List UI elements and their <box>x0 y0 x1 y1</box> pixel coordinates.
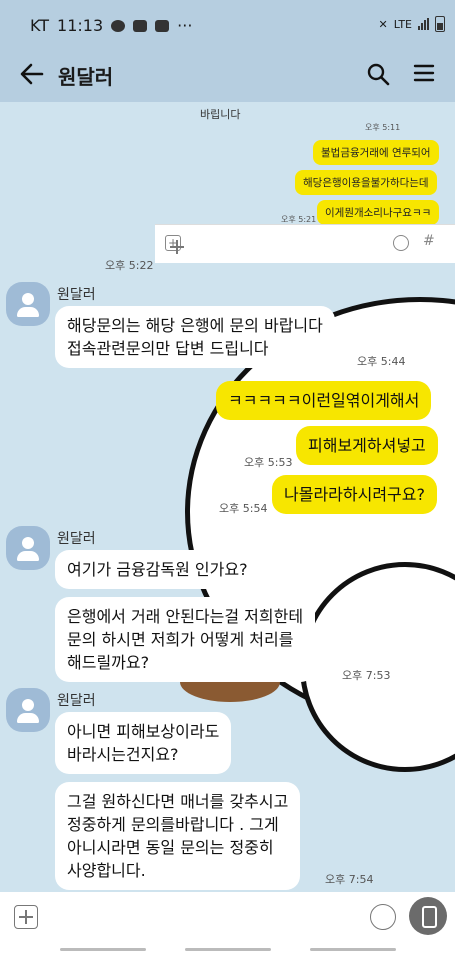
chat-area[interactable]: 바립니다 오후 5:11 불법금융거래에 연루되어 해당은행이용을불가하다는데 … <box>0 102 455 892</box>
message-time: 오후 5:53 <box>244 456 293 469</box>
embedded-time: 오후 5:11 <box>365 123 401 132</box>
clock: 11:13 <box>57 16 104 35</box>
battery-icon <box>435 16 445 32</box>
send-button[interactable] <box>409 897 447 935</box>
my-message-bubble[interactable]: 나몰라라하시려구요? <box>272 475 437 514</box>
message-notification-icon <box>155 19 170 32</box>
talk-notification-icon <box>111 19 126 32</box>
message-bubble[interactable]: 아니면 피해보상이라도 바라시는건지요? <box>55 712 232 774</box>
nav-recent-button[interactable] <box>60 948 146 951</box>
menu-icon[interactable] <box>413 62 435 84</box>
status-bar: KT 11:13 ··· ✕ LTE <box>0 0 455 46</box>
message-input-bar <box>0 892 455 942</box>
my-message-bubble[interactable]: ㅋㅋㅋㅋㅋ이런일엮이게해서 <box>216 381 432 420</box>
emoji-icon[interactable] <box>370 904 396 930</box>
embedded-hash-icon: # <box>423 233 435 249</box>
system-navigation-bar <box>0 942 455 960</box>
more-notifications: ··· <box>177 16 193 35</box>
plus-icon[interactable] <box>14 905 38 929</box>
message-time: 오후 7:53 <box>342 669 391 682</box>
signal-icon <box>418 18 429 30</box>
mute-icon: ✕ <box>378 17 388 31</box>
message-bubble[interactable]: 여기가 금융감독원 인가요? <box>55 550 260 589</box>
message-bubble[interactable]: 그걸 원하신다면 매너를 갖추시고 정중하게 문의를바랍니다 . 그게 아니시라… <box>55 782 301 890</box>
embedded-emoji-icon <box>393 235 409 251</box>
sender-name: 원달러 <box>57 531 96 547</box>
embedded-plus-icon: + <box>165 235 184 254</box>
avatar[interactable] <box>6 688 50 732</box>
avatar[interactable] <box>6 282 50 326</box>
network-type: LTE <box>393 17 412 31</box>
chat-header: 원달러 <box>0 46 455 102</box>
avatar[interactable] <box>6 526 50 570</box>
embedded-message: 해당은행이용을불가하다는데 <box>295 170 437 195</box>
message-bubble[interactable]: 은행에서 거래 안된다는걸 저희한테 문의 하시면 저희가 어떻게 처리를 해드… <box>55 597 316 682</box>
message-time: 오후 5:22 <box>105 259 154 272</box>
shared-screenshot-image[interactable]: 바립니다 오후 5:11 불법금융거래에 연루되어 해당은행이용을불가하다는데 … <box>155 102 455 267</box>
back-arrow-icon[interactable] <box>18 60 46 88</box>
b-notification-icon <box>133 19 148 32</box>
nav-back-button[interactable] <box>310 948 396 951</box>
message-time: 오후 5:54 <box>219 502 268 515</box>
sender-name: 원달러 <box>57 693 96 709</box>
embedded-message: 이게뭔개소리나구요ㅋㅋ <box>317 200 440 225</box>
chat-title: 원달러 <box>58 65 114 89</box>
carrier: KT <box>30 16 50 35</box>
my-message-bubble[interactable]: 피해보게하셔넣고 <box>296 426 438 465</box>
nav-home-button[interactable] <box>185 948 271 951</box>
message-time: 오후 5:44 <box>357 355 406 368</box>
embedded-input-bar: + # <box>155 224 455 263</box>
search-icon[interactable] <box>366 62 390 86</box>
embedded-text: 바립니다 <box>200 108 241 121</box>
sender-name: 원달러 <box>57 287 96 303</box>
message-time: 오후 7:54 <box>325 873 374 886</box>
message-bubble[interactable]: 해당문의는 해당 은행에 문의 바랍니다 접속관련문의만 답변 드립니다 <box>55 306 335 368</box>
embedded-message: 불법금융거래에 연루되어 <box>313 140 439 165</box>
